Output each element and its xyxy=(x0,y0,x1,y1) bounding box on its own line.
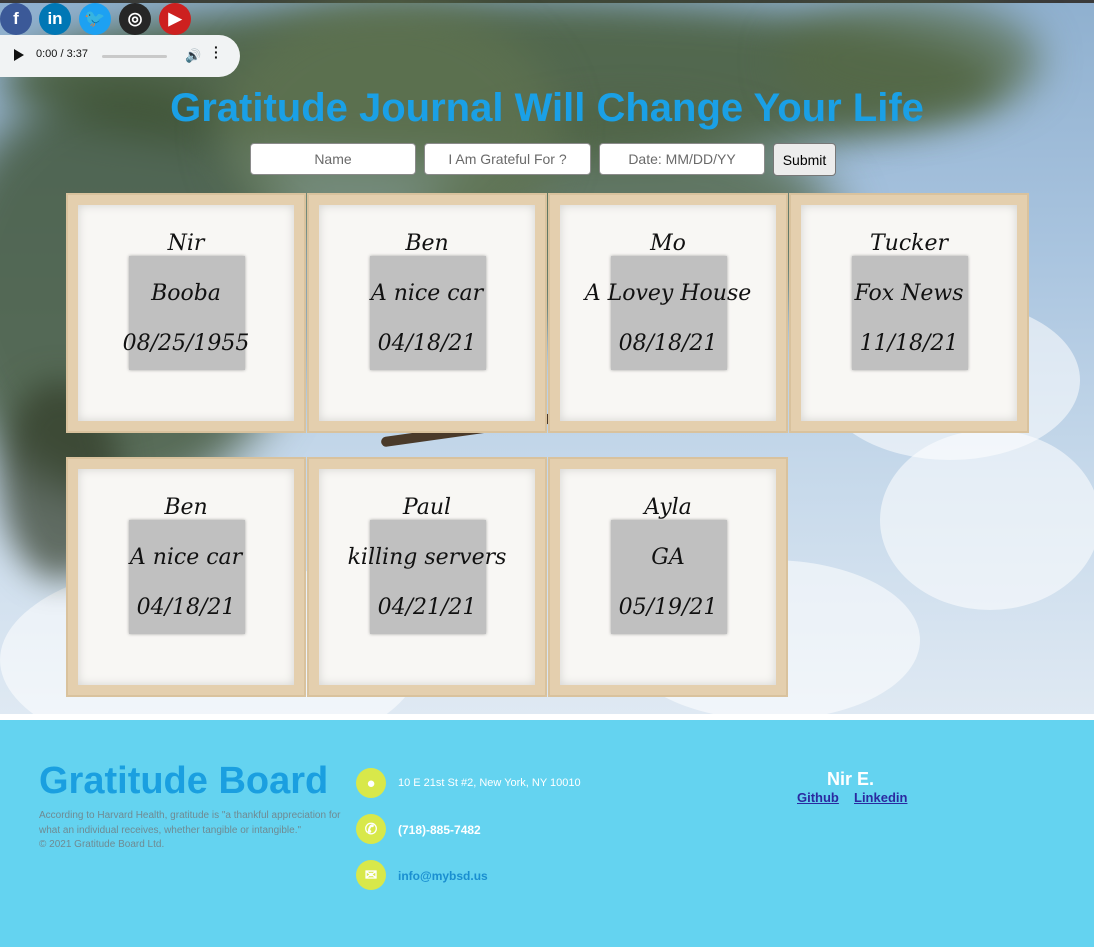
card-name: Nir xyxy=(167,231,205,256)
card-grateful: A nice car xyxy=(129,545,243,570)
gratitude-card: Nir Booba 08/25/1955 xyxy=(66,193,306,433)
gratitude-card: Ben A nice car 04/18/21 xyxy=(66,457,306,697)
card-name: Ben xyxy=(164,495,208,520)
date-input[interactable] xyxy=(599,143,765,175)
gratitude-card: Ben A nice car 04/18/21 xyxy=(307,193,547,433)
footer-author: Nir E. xyxy=(827,769,875,789)
twitter-link[interactable]: 🐦 xyxy=(79,3,111,35)
github-link[interactable]: Github xyxy=(797,790,839,805)
gratitude-card: Mo A Lovey House 08/18/21 xyxy=(548,193,788,433)
cloud xyxy=(880,430,1094,610)
audio-progress-slider[interactable] xyxy=(102,55,167,58)
card-grateful: Booba xyxy=(151,281,221,306)
twitter-icon: 🐦 xyxy=(84,9,106,28)
card-date: 08/18/21 xyxy=(618,331,718,356)
card-name: Ben xyxy=(405,231,449,256)
phone-icon: ✆ xyxy=(356,814,386,844)
card-grateful: A nice car xyxy=(370,281,484,306)
footer-email-link[interactable]: info@mybsd.us xyxy=(398,869,488,883)
gratitude-card: Paul killing servers 04/21/21 xyxy=(307,457,547,697)
footer-brand: Gratitude Board xyxy=(39,760,329,802)
youtube-link[interactable]: ▶ xyxy=(159,3,191,35)
volume-icon[interactable]: 🔊 xyxy=(185,48,201,64)
card-date: 04/18/21 xyxy=(377,331,477,356)
gratitude-card: Tucker Fox News 11/18/21 xyxy=(789,193,1029,433)
facebook-link[interactable]: f xyxy=(0,3,32,35)
instagram-link[interactable]: ◎ xyxy=(119,3,151,35)
linkedin-icon: in xyxy=(47,9,63,28)
footer-address: 10 E 21st St #2, New York, NY 10010 xyxy=(398,777,581,789)
card-grateful: Fox News xyxy=(854,281,964,306)
linkedin-footer-link[interactable]: Linkedin xyxy=(854,790,907,805)
card-name: Tucker xyxy=(869,231,949,256)
card-grateful: GA xyxy=(651,545,685,570)
name-input[interactable] xyxy=(250,143,416,175)
page-title: Gratitude Journal Will Change Your Life xyxy=(170,86,924,130)
footer-phone: (718)-885-7482 xyxy=(398,823,481,837)
card-name: Ayla xyxy=(644,495,692,520)
linkedin-link[interactable]: in xyxy=(39,3,71,35)
instagram-icon: ◎ xyxy=(127,9,143,28)
audio-time: 0:00 / 3:37 xyxy=(36,48,88,60)
audio-player: 0:00 / 3:37 🔊 · · · xyxy=(0,35,240,77)
card-date: 08/25/1955 xyxy=(122,331,250,356)
play-icon[interactable] xyxy=(14,49,24,61)
site-footer: Gratitude Board According to Harvard Hea… xyxy=(0,720,1094,947)
facebook-icon: f xyxy=(13,9,19,28)
card-grateful: killing servers xyxy=(347,545,507,570)
location-icon: ● xyxy=(356,768,386,798)
card-name: Mo xyxy=(650,231,686,256)
card-date: 04/21/21 xyxy=(377,595,477,620)
card-grateful: A Lovey House xyxy=(584,281,752,306)
card-date: 05/19/21 xyxy=(618,595,718,620)
more-options-icon[interactable]: · · · xyxy=(214,40,219,64)
email-icon: ✉ xyxy=(356,860,386,890)
card-name: Paul xyxy=(402,495,452,520)
gratitude-card: Ayla GA 05/19/21 xyxy=(548,457,788,697)
grateful-input[interactable] xyxy=(424,143,591,175)
footer-description: According to Harvard Health, gratitude i… xyxy=(39,810,341,836)
footer-copyright: © 2021 Gratitude Board Ltd. xyxy=(39,839,165,850)
card-date: 11/18/21 xyxy=(859,331,959,356)
submit-button[interactable]: Submit xyxy=(773,143,836,176)
youtube-icon: ▶ xyxy=(168,9,182,28)
card-date: 04/18/21 xyxy=(136,595,236,620)
